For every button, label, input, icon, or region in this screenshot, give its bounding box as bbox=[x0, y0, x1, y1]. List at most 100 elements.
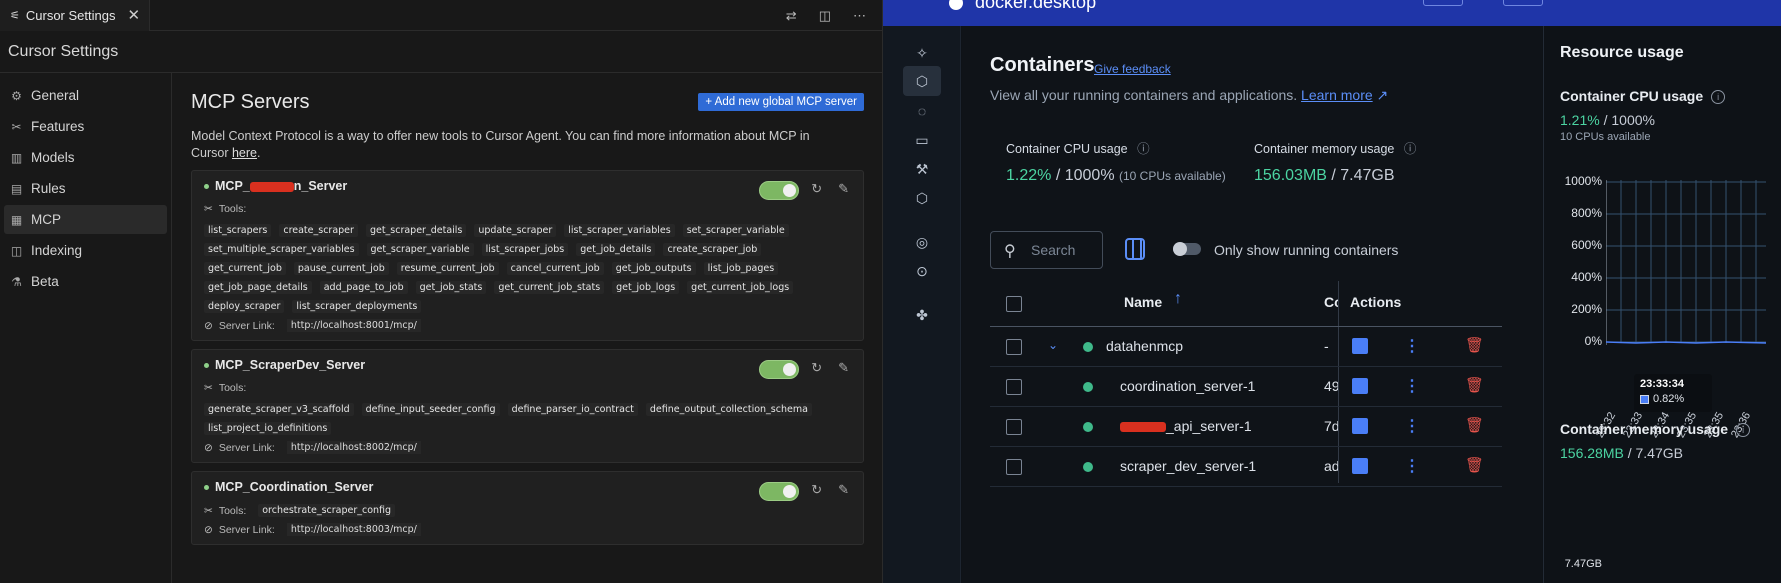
compare-icon[interactable]: ⇄ bbox=[786, 8, 797, 24]
cpu-usage-chart[interactable] bbox=[1606, 180, 1766, 370]
container-name-text: scraper_dev_server-1 bbox=[1120, 458, 1257, 474]
sort-ascending-icon[interactable]: ↑ bbox=[1174, 290, 1182, 308]
models-icon[interactable]: ⊙ bbox=[908, 260, 936, 282]
trash-icon[interactable]: 🗑 bbox=[1465, 336, 1484, 354]
shortcut-box[interactable] bbox=[1503, 0, 1543, 6]
container-name[interactable]: datahenmcp bbox=[1106, 338, 1183, 354]
tool-chip: get_job_details bbox=[576, 243, 656, 256]
cpu-usage-total: / 1000% bbox=[1055, 167, 1115, 184]
select-all-checkbox[interactable] bbox=[1006, 296, 1022, 312]
more-icon[interactable]: ⋯ bbox=[853, 8, 866, 24]
refresh-icon[interactable]: ↻ bbox=[811, 181, 822, 197]
edit-icon[interactable]: ✎ bbox=[838, 360, 849, 376]
server-actions: ↻ ✎ bbox=[811, 360, 849, 376]
scout-icon[interactable]: ◎ bbox=[908, 231, 936, 253]
row-checkbox[interactable] bbox=[1006, 339, 1022, 355]
row-checkbox[interactable] bbox=[1006, 459, 1022, 475]
resource-usage-title: Resource usage bbox=[1560, 44, 1684, 61]
give-feedback-link[interactable]: Give feedback bbox=[1094, 62, 1171, 76]
containers-panel: Containers Give feedback View all your r… bbox=[962, 26, 1542, 583]
table-row[interactable]: _api_server-1 7d ⋮ 🗑 bbox=[990, 407, 1502, 447]
tool-chip: set_scraper_variable bbox=[682, 224, 789, 237]
info-icon[interactable]: ⓘ bbox=[1137, 142, 1150, 156]
stop-button[interactable] bbox=[1352, 378, 1368, 394]
only-running-toggle[interactable] bbox=[1173, 242, 1201, 256]
trash-icon[interactable]: 🗑 bbox=[1465, 376, 1484, 394]
sidebar-item-models[interactable]: ▥ Models bbox=[4, 143, 167, 172]
container-name[interactable]: coordination_server-1 bbox=[1120, 378, 1255, 394]
server-link-url[interactable]: http://localhost:8003/mcp/ bbox=[286, 523, 421, 536]
refresh-icon[interactable]: ↻ bbox=[811, 360, 822, 376]
kebab-menu-icon[interactable]: ⋮ bbox=[1404, 416, 1420, 436]
description-link[interactable]: here bbox=[232, 146, 257, 160]
containers-icon[interactable]: ⬡ bbox=[903, 66, 941, 96]
row-checkbox[interactable] bbox=[1006, 379, 1022, 395]
stop-button[interactable] bbox=[1352, 338, 1368, 354]
sidebar-item-general[interactable]: ⚙ General bbox=[4, 81, 167, 110]
sidebar-item-mcp[interactable]: ▦ MCP bbox=[4, 205, 167, 234]
stop-button[interactable] bbox=[1352, 418, 1368, 434]
server-link-row: ⊘ Server Link: http://localhost:8002/mcp/ bbox=[204, 441, 851, 454]
close-icon[interactable]: ✕ bbox=[127, 6, 140, 24]
server-enabled-toggle[interactable] bbox=[759, 360, 799, 379]
server-name-suffix: n_Server bbox=[293, 179, 348, 193]
extensions-icon[interactable]: ✤ bbox=[908, 304, 936, 326]
search-box[interactable] bbox=[1423, 0, 1463, 6]
info-icon[interactable]: ⓘ bbox=[1404, 142, 1417, 156]
settings-tab[interactable]: ⚟ Cursor Settings ✕ bbox=[0, 0, 150, 31]
chart-y-tick: 800% bbox=[1571, 206, 1602, 220]
container-name[interactable]: _api_server-1 bbox=[1120, 418, 1252, 434]
container-name[interactable]: scraper_dev_server-1 bbox=[1120, 458, 1256, 474]
edit-icon[interactable]: ✎ bbox=[838, 482, 849, 498]
info-icon[interactable]: i bbox=[1736, 423, 1751, 438]
refresh-icon[interactable]: ↻ bbox=[811, 482, 822, 498]
tools-row: ✂ Tools: bbox=[204, 382, 851, 394]
kebab-menu-icon[interactable]: ⋮ bbox=[1404, 376, 1420, 396]
columns-toggle-button[interactable] bbox=[1125, 238, 1145, 260]
sidebar-item-beta[interactable]: ⚗ Beta bbox=[4, 267, 167, 296]
tool-chip: update_scraper bbox=[474, 224, 557, 237]
server-enabled-toggle[interactable] bbox=[759, 482, 799, 501]
table-row[interactable]: ⌄ datahenmcp - ⋮ 🗑 bbox=[990, 327, 1502, 367]
trash-icon[interactable]: 🗑 bbox=[1465, 416, 1484, 434]
table-row[interactable]: coordination_server-1 49 ⋮ 🗑 bbox=[990, 367, 1502, 407]
server-link-label: Server Link: bbox=[218, 523, 275, 536]
sidebar-item-indexing[interactable]: ◫ Indexing bbox=[4, 236, 167, 265]
kebab-menu-icon[interactable]: ⋮ bbox=[1404, 336, 1420, 356]
builds-icon[interactable]: ⚒ bbox=[908, 158, 936, 180]
edit-icon[interactable]: ✎ bbox=[838, 181, 849, 197]
tool-chip: cancel_current_job bbox=[506, 262, 604, 275]
settings-tab-icon: ⚟ bbox=[10, 9, 20, 22]
ai-icon[interactable]: ✧ bbox=[908, 42, 936, 64]
server-link-url[interactable]: http://localhost:8002/mcp/ bbox=[286, 441, 421, 454]
tool-chip: list_scraper_deployments bbox=[292, 300, 422, 313]
learn-more-link[interactable]: Learn more bbox=[1301, 87, 1373, 103]
table-row[interactable]: scraper_dev_server-1 ad ⋮ 🗑 bbox=[990, 447, 1502, 487]
stop-button[interactable] bbox=[1352, 458, 1368, 474]
name-column-header[interactable]: Name bbox=[1124, 294, 1162, 310]
info-icon[interactable]: i bbox=[1711, 90, 1726, 105]
split-editor-icon[interactable]: ◫ bbox=[819, 8, 831, 24]
tools-label: Tools: bbox=[218, 504, 247, 517]
tool-chip: get_scraper_variable bbox=[366, 243, 474, 256]
actions-column-header: Actions bbox=[1350, 294, 1402, 310]
tool-chip: define_input_seeder_config bbox=[361, 403, 500, 416]
add-mcp-server-button[interactable]: + Add new global MCP server bbox=[698, 93, 864, 111]
docker-topbar: docker.desktop bbox=[883, 0, 1781, 26]
server-link-url[interactable]: http://localhost:8001/mcp/ bbox=[286, 319, 421, 332]
server-enabled-toggle[interactable] bbox=[759, 181, 799, 200]
chevron-down-icon[interactable]: ⌄ bbox=[1048, 338, 1058, 352]
trash-icon[interactable]: 🗑 bbox=[1465, 456, 1484, 474]
container-search-input[interactable]: ⚲ Search bbox=[990, 231, 1103, 269]
sidebar-item-features[interactable]: ✂ Features bbox=[4, 112, 167, 141]
container-id-column-header[interactable]: Co bbox=[1324, 294, 1338, 310]
images-icon[interactable]: ◌ bbox=[908, 100, 936, 122]
sidebar-item-rules[interactable]: ▤ Rules bbox=[4, 174, 167, 203]
gear-icon: ⚙ bbox=[11, 88, 22, 103]
link-icon: ⊘ bbox=[204, 319, 213, 332]
hub-icon[interactable]: ⬡ bbox=[908, 187, 936, 209]
row-checkbox[interactable] bbox=[1006, 419, 1022, 435]
tool-chip: generate_scraper_v3_scaffold bbox=[204, 403, 354, 416]
volumes-icon[interactable]: ▭ bbox=[908, 129, 936, 151]
kebab-menu-icon[interactable]: ⋮ bbox=[1404, 456, 1420, 476]
